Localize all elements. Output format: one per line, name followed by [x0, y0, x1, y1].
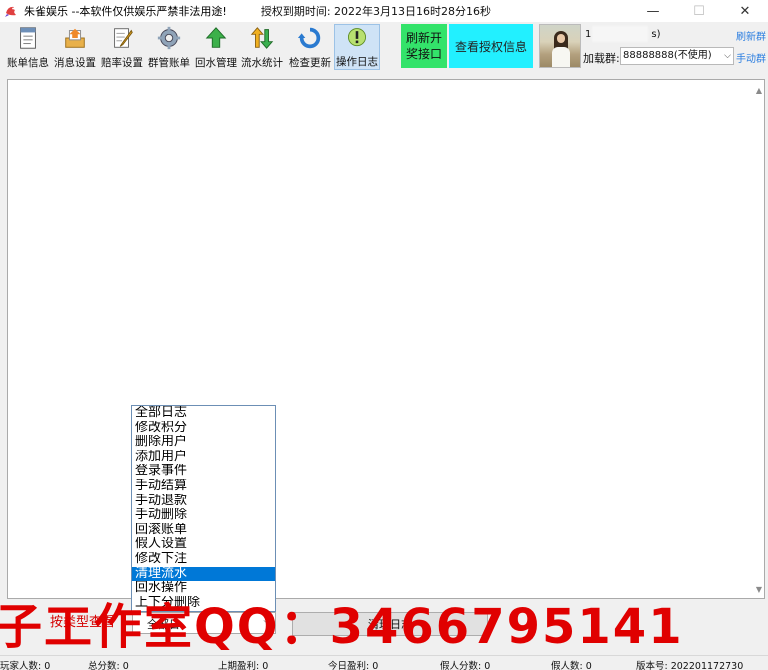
- toolbar-message-settings[interactable]: 消息设置: [53, 24, 97, 70]
- toolbar-flow-statistics[interactable]: 流水统计: [240, 24, 284, 70]
- app-bird-icon: [4, 4, 18, 18]
- stat-bot-count: 假人数: 0: [551, 661, 592, 670]
- list-item-highlighted[interactable]: 清理流水: [132, 566, 275, 582]
- toolbar-bill-info[interactable]: 账单信息: [6, 24, 50, 70]
- redacted-username: [592, 26, 648, 42]
- toolbar-operation-log[interactable]: 操作日志: [334, 24, 380, 70]
- log-output[interactable]: ▲ ▼: [7, 79, 765, 599]
- window-title: 朱雀娱乐 --本软件仅供娱乐严禁非法用途!: [24, 5, 227, 18]
- refresh-lottery-button[interactable]: 刷新开 奖接口: [401, 24, 447, 68]
- toolbar-odds-settings[interactable]: 赔率设置: [100, 24, 144, 70]
- chevron-down-icon: ⌵: [263, 616, 271, 627]
- list-item[interactable]: 回滚账单: [132, 523, 275, 538]
- list-item[interactable]: 登录事件: [132, 464, 275, 479]
- list-item[interactable]: 修改下注: [132, 552, 275, 567]
- scroll-down-icon[interactable]: ▼: [756, 585, 762, 594]
- list-item[interactable]: 手动结算: [132, 479, 275, 494]
- refresh-icon: [297, 27, 321, 49]
- toolbar-rebate-management[interactable]: 回水管理: [194, 24, 238, 70]
- scroll-up-icon[interactable]: ▲: [756, 86, 762, 95]
- list-item[interactable]: 回水操作: [132, 581, 275, 596]
- warning-log-icon: [348, 28, 366, 47]
- filter-hint: 按类型查看: [50, 615, 116, 630]
- chevron-down-icon: ⌵: [724, 51, 731, 61]
- list-item[interactable]: 修改积分: [132, 421, 275, 436]
- toolbar-check-update[interactable]: 检查更新: [287, 24, 333, 70]
- swap-arrows-icon: [250, 27, 274, 49]
- stat-bot-points: 假人分数: 0: [440, 661, 491, 670]
- stat-version: 版本号: 202201172730: [636, 661, 744, 670]
- title-bar: 朱雀娱乐 --本软件仅供娱乐严禁非法用途! 授权到期时间: 2022年3月13日…: [0, 0, 768, 22]
- list-item[interactable]: 删除用户: [132, 435, 275, 450]
- group-select[interactable]: 88888888(不使用) ⌵: [620, 47, 734, 65]
- close-button[interactable]: ✕: [722, 0, 768, 22]
- status-bar: 玩家人数: 0 总分数: 0 上期盈利: 0 今日盈利: 0 假人分数: 0 假…: [0, 655, 768, 670]
- group-label: 加载群:: [583, 52, 620, 65]
- minimize-button[interactable]: —: [630, 0, 676, 22]
- avatar: [539, 24, 581, 68]
- list-item[interactable]: 手动删除: [132, 508, 275, 523]
- green-arrow-up-icon: [205, 27, 227, 48]
- stat-players: 玩家人数: 0: [0, 661, 51, 670]
- view-license-button[interactable]: 查看授权信息: [449, 24, 533, 68]
- ledger-icon: [20, 27, 36, 49]
- stat-last-profit: 上期盈利: 0: [218, 661, 269, 670]
- refresh-group-link[interactable]: 刷新群: [736, 28, 766, 43]
- stat-today-profit: 今日盈利: 0: [328, 661, 379, 670]
- list-item[interactable]: 添加用户: [132, 450, 275, 465]
- log-type-select[interactable]: 全部日 ⌵: [132, 612, 276, 634]
- list-item[interactable]: 假人设置: [132, 537, 275, 552]
- stat-total-points: 总分数: 0: [88, 661, 129, 670]
- gear-icon: [157, 26, 181, 50]
- list-item[interactable]: 全部日志: [132, 406, 275, 421]
- toolbar-group-bill[interactable]: 群管账单: [147, 24, 191, 70]
- list-item[interactable]: 手动退款: [132, 494, 275, 509]
- clear-log-button[interactable]: 清理日志: [292, 612, 488, 636]
- maximize-button[interactable]: ☐: [676, 0, 722, 22]
- list-item[interactable]: 上下分删除: [132, 596, 275, 611]
- license-expiry: 授权到期时间: 2022年3月13日16时28分16秒: [260, 5, 492, 18]
- manual-group-link[interactable]: 手动群: [736, 50, 766, 65]
- log-type-dropdown-list[interactable]: 全部日志 修改积分 删除用户 添加用户 登录事件 手动结算 手动退款 手动删除 …: [131, 405, 276, 612]
- notepad-pencil-icon: [114, 28, 133, 48]
- message-tray-icon: [65, 28, 85, 48]
